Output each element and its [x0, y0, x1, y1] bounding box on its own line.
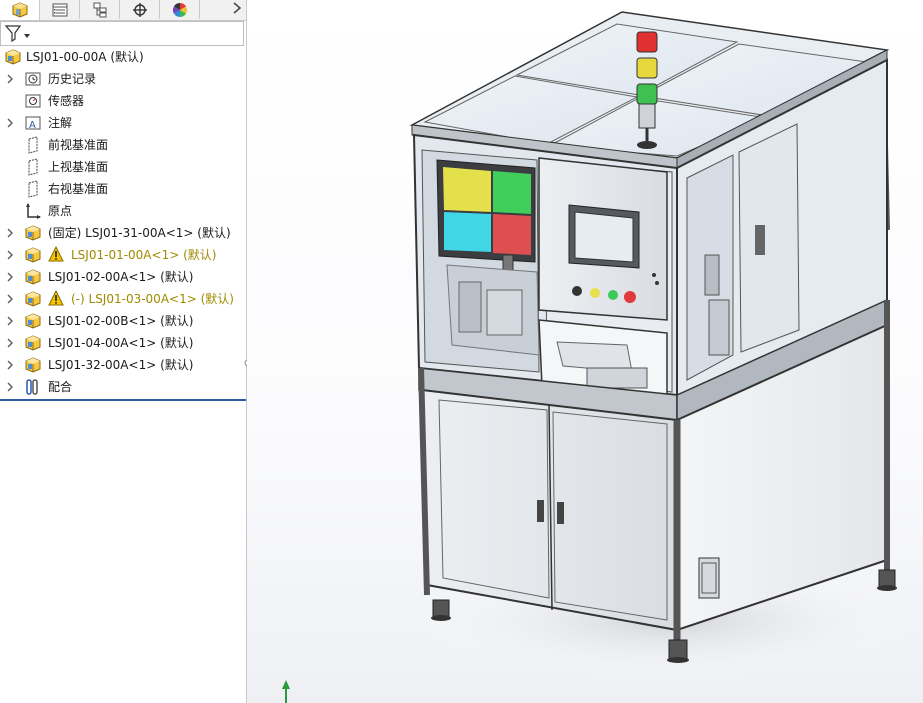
chevron-right-icon[interactable] — [6, 73, 16, 85]
tree-item[interactable]: (-) LSJ01-03-00A<1> (默认) — [0, 288, 246, 310]
tree-item[interactable]: 右视基准面 — [0, 178, 246, 200]
chevron-right-icon[interactable] — [6, 271, 16, 283]
monitor-quadrant-red — [493, 214, 531, 255]
tree-item-label: 传感器 — [48, 94, 85, 108]
feature-manager-panel: LSJ01-00-00A (默认) 历史记录传感器 A 注解前视基准面上视基准面右视… — [0, 0, 252, 703]
subassembly-icon — [24, 290, 42, 308]
control-panel-column — [538, 157, 668, 321]
color-wheel-icon — [172, 2, 187, 17]
feature-manager-icon — [12, 2, 27, 18]
tree-item[interactable]: LSJ01-32-00A<1> (默认) — [0, 354, 246, 376]
chevron-right-icon[interactable] — [6, 293, 16, 305]
tree-item-label: 右视基准面 — [48, 182, 109, 196]
tree-item-label: 注解 — [48, 116, 73, 130]
tab-display-manager[interactable] — [160, 0, 200, 19]
tree-item-label: (固定) LSJ01-31-00A<1> (默认) — [48, 226, 231, 240]
plane-icon — [24, 158, 42, 176]
chevron-right-icon[interactable] — [6, 315, 16, 327]
tree-item-label: LSJ01-32-00A<1> (默认) — [48, 358, 194, 372]
tree-item-label: 上视基准面 — [48, 160, 109, 174]
tree-root[interactable]: LSJ01-00-00A (默认) — [0, 46, 246, 68]
tree-item[interactable]: LSJ01-02-00B<1> (默认) — [0, 310, 246, 332]
tree-item-label: 配合 — [48, 380, 73, 394]
tab-dimxpert-manager[interactable] — [120, 0, 160, 19]
tab-feature-manager[interactable] — [0, 0, 40, 20]
subassembly-icon — [24, 224, 42, 242]
tree-item-label: LSJ01-02-00A<1> (默认) — [48, 270, 194, 284]
tabs-chevron-right-icon[interactable] — [232, 1, 242, 19]
subassembly-icon — [24, 334, 42, 352]
chevron-right-icon[interactable] — [6, 117, 16, 129]
subassembly-icon — [24, 356, 42, 374]
tree-filter-bar[interactable] — [0, 21, 244, 46]
subassembly-icon — [24, 312, 42, 330]
tree-item-label: (-) LSJ01-03-00A<1> (默认) — [71, 292, 234, 306]
tree-root-label: LSJ01-00-00A (默认) — [26, 50, 144, 64]
subassembly-icon — [24, 268, 42, 286]
monitor-quadrant-green — [493, 171, 531, 214]
origin-icon — [24, 202, 42, 220]
tree-item-label: LSJ01-04-00A<1> (默认) — [48, 336, 194, 350]
tree-item-label: LSJ01-02-00B<1> (默认) — [48, 314, 194, 328]
chevron-right-icon[interactable] — [6, 359, 16, 371]
tree-item[interactable]: 前视基准面 — [0, 134, 246, 156]
crosshair-icon — [132, 2, 147, 17]
funnel-filter-icon[interactable] — [4, 23, 32, 43]
monitor-quadrant-yellow — [443, 167, 491, 212]
tree-item[interactable]: LSJ01-01-00A<1> (默认) — [0, 244, 246, 266]
tree-item-label: LSJ01-01-00A<1> (默认) — [71, 248, 217, 262]
coordinate-triad-icon — [282, 680, 290, 703]
property-manager-icon — [52, 3, 67, 16]
tree-item-label: 前视基准面 — [48, 138, 109, 152]
sensor-icon — [24, 92, 42, 110]
plane-icon — [24, 136, 42, 154]
warning-icon — [48, 289, 66, 308]
tree-item[interactable]: 配合 — [0, 376, 246, 398]
warning-icon — [48, 245, 66, 264]
tree-item[interactable]: 历史记录 — [0, 68, 246, 90]
tree-item-label: 历史记录 — [48, 72, 97, 86]
manager-tabs — [0, 0, 246, 21]
configuration-manager-icon — [93, 2, 106, 17]
history-icon — [24, 70, 42, 88]
tree-item[interactable]: LSJ01-04-00A<1> (默认) — [0, 332, 246, 354]
tree-item[interactable]: (固定) LSJ01-31-00A<1> (默认) — [0, 222, 246, 244]
chevron-right-icon[interactable] — [6, 249, 16, 261]
assembly-icon — [5, 49, 21, 65]
chevron-right-icon[interactable] — [6, 337, 16, 349]
mates-icon — [24, 378, 42, 396]
plane-icon — [24, 180, 42, 198]
tree-item[interactable]: LSJ01-02-00A<1> (默认) — [0, 266, 246, 288]
tree-bottom-divider — [0, 399, 246, 401]
tab-property-manager[interactable] — [40, 0, 80, 19]
tab-configuration-manager[interactable] — [80, 0, 120, 19]
tree-item[interactable]: A 注解 — [0, 112, 246, 134]
monitor-quadrant-cyan — [444, 212, 491, 252]
subassembly-icon — [24, 246, 42, 264]
machine-model — [282, 11, 923, 703]
tree-item[interactable]: 原点 — [0, 200, 246, 222]
tree-item-label: 原点 — [48, 204, 73, 218]
annotation-icon: A — [24, 114, 42, 132]
tree-item[interactable]: 传感器 — [0, 90, 246, 112]
chevron-right-icon[interactable] — [6, 227, 16, 239]
chevron-right-icon[interactable] — [6, 381, 16, 393]
graphics-viewport[interactable] — [247, 0, 923, 703]
svg-text:A: A — [29, 120, 36, 131]
tree-item[interactable]: 上视基准面 — [0, 156, 246, 178]
